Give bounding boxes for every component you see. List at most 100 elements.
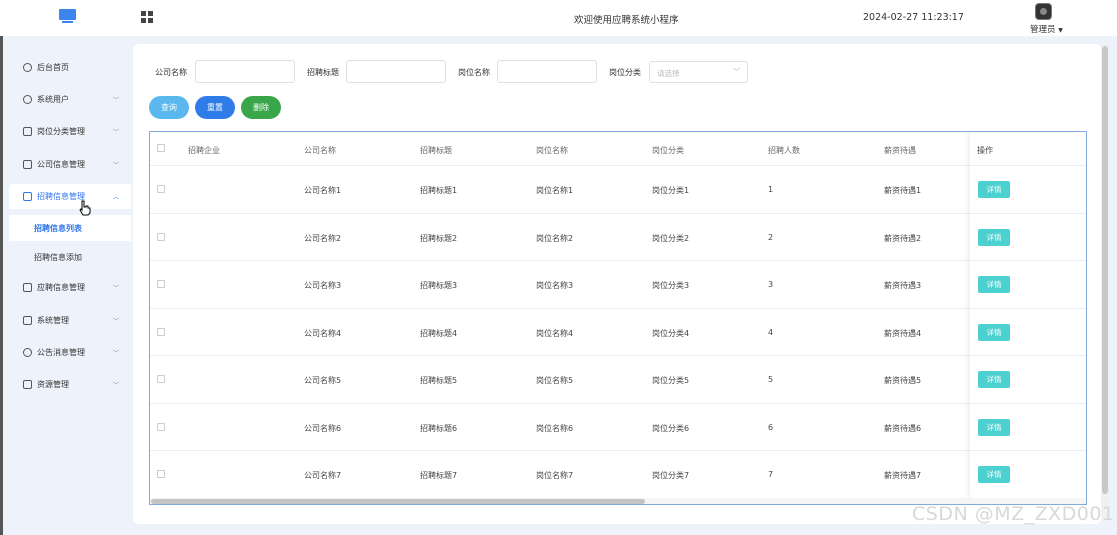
- table-cell: 公司名称4: [304, 328, 342, 338]
- table-cell: 6: [768, 422, 774, 432]
- position-name-input[interactable]: [497, 60, 597, 83]
- box-icon: [23, 380, 32, 389]
- detail-button[interactable]: 详情: [978, 323, 1010, 341]
- position-filter-label: 岗位名称: [458, 68, 490, 77]
- detail-button[interactable]: 详情: [978, 228, 1010, 246]
- watermark: CSDN @MZ_ZXD001: [912, 503, 1115, 525]
- sidebar-item-label: 资源管理: [37, 380, 69, 389]
- sidebar-item-label: 招聘信息管理: [37, 192, 85, 201]
- sidebar-item-label: 后台首页: [37, 63, 69, 72]
- user-name: 管理员: [1030, 25, 1056, 35]
- table-cell: 岗位分类4: [652, 328, 690, 338]
- row-separator: [970, 260, 1086, 261]
- row-separator: [970, 212, 1086, 214]
- chevron-down-icon: ﹀: [112, 382, 119, 389]
- table-row: 公司名称5 招聘标题5 岗位名称5 岗位分类5 5 薪资待遇5: [150, 356, 1086, 404]
- top-header: 欢迎使用应聘系统小程序 2024-02-27 11:23:17 管理员 ▼: [0, 0, 1117, 36]
- search-button[interactable]: 查询: [149, 96, 189, 119]
- table-row: 公司名称1 招聘标题1 岗位名称1 岗位分类1 1 薪资待遇1: [150, 166, 1086, 214]
- table-cell: 岗位分类7: [652, 471, 690, 480]
- sidebar-item-system[interactable]: 系统管理 ﹀: [9, 308, 131, 333]
- row-separator: [970, 307, 1086, 309]
- sidebar-item-dashboard[interactable]: 后台首页: [9, 55, 131, 80]
- row-checkbox[interactable]: [157, 422, 165, 431]
- sidebar-item-company[interactable]: 公司信息管理 ﹀: [9, 152, 131, 177]
- chevron-down-icon: ﹀: [733, 68, 740, 76]
- row-checkbox[interactable]: [157, 280, 165, 288]
- row-checkbox[interactable]: [157, 185, 165, 193]
- table-cell: 2: [768, 232, 774, 242]
- detail-button[interactable]: 详情: [978, 466, 1010, 483]
- table-cell: 薪资待遇5: [884, 376, 922, 385]
- table-row: 公司名称4 招聘标题4 岗位名称4 岗位分类4 4 薪资待遇4: [150, 309, 1086, 356]
- table-cell: 薪资待遇6: [884, 423, 922, 433]
- select-all-checkbox[interactable]: [157, 144, 165, 152]
- table-cell: 岗位名称2: [536, 233, 574, 243]
- actions-column: 操作 详情 详情 详情 详情 详情 详情 详情: [970, 132, 1086, 499]
- sidebar-item-label: 公司信息管理: [37, 160, 85, 169]
- detail-button[interactable]: 详情: [978, 418, 1010, 436]
- welcome-text: 欢迎使用应聘系统小程序: [574, 15, 679, 26]
- table-row: 公司名称2 招聘标题2 岗位名称2 岗位分类2 2 薪资待遇2: [150, 214, 1086, 261]
- table-cell: 薪资待遇1: [884, 186, 922, 195]
- row-checkbox[interactable]: [157, 470, 165, 478]
- row-separator: [970, 355, 1086, 356]
- table-cell: 公司名称7: [304, 471, 342, 480]
- sidebar-subitem-recruitment-list[interactable]: 招聘信息列表: [9, 215, 131, 241]
- table-cell: 岗位名称7: [536, 471, 574, 480]
- detail-button[interactable]: 详情: [978, 276, 1010, 293]
- folder-icon: [23, 160, 32, 169]
- row-checkbox[interactable]: [157, 232, 165, 241]
- sidebar-item-announcement[interactable]: 公告消息管理 ﹀: [9, 340, 131, 365]
- category-placeholder: 请选择: [657, 69, 680, 78]
- row-checkbox[interactable]: [157, 375, 165, 383]
- sidebar-item-resources[interactable]: 资源管理 ﹀: [9, 372, 131, 397]
- table-cell: 1: [768, 185, 774, 194]
- category-select[interactable]: 请选择 ﹀: [649, 61, 748, 83]
- chevron-down-icon: ﹀: [112, 285, 119, 292]
- table-cell: 薪资待遇7: [884, 471, 922, 480]
- table-cell: 岗位分类6: [652, 423, 690, 433]
- folder-icon: [23, 316, 32, 325]
- title-input[interactable]: [346, 60, 446, 83]
- user-menu[interactable]: 管理员 ▼: [1030, 23, 1063, 35]
- table-cell: 岗位名称4: [536, 328, 574, 338]
- sidebar-item-recruitment[interactable]: 招聘信息管理 ︿: [9, 184, 131, 209]
- reset-button[interactable]: 重置: [195, 96, 235, 119]
- user-icon: [23, 95, 32, 104]
- category-filter-label: 岗位分类: [609, 68, 641, 77]
- sidebar-item-label: 公告消息管理: [37, 348, 85, 357]
- col-header: 招聘标题: [420, 146, 452, 155]
- company-name-input[interactable]: [195, 60, 295, 83]
- data-table: 招聘企业 公司名称 招聘标题 岗位名称 岗位分类 招聘人数 薪资待遇 公司名称 1…: [149, 131, 1087, 505]
- folder-icon: [23, 283, 32, 292]
- sidebar-subitem-recruitment-add[interactable]: 招聘信息添加: [9, 244, 131, 270]
- table-cell: 3: [768, 280, 774, 289]
- table-cell: 薪资待遇2: [884, 233, 922, 243]
- chevron-down-icon: ﹀: [112, 318, 119, 325]
- col-header: 招聘企业: [188, 146, 220, 155]
- sidebar-item-users[interactable]: 系统用户 ﹀: [9, 87, 131, 112]
- company-filter-label: 公司名称: [155, 68, 187, 77]
- vertical-scrollbar[interactable]: [1101, 44, 1109, 522]
- table-cell: 岗位分类3: [652, 281, 690, 290]
- grid-menu-icon[interactable]: [141, 11, 153, 23]
- sidebar-item-position-category[interactable]: 岗位分类管理 ﹀: [9, 119, 131, 144]
- delete-button[interactable]: 删除: [241, 96, 281, 119]
- detail-button[interactable]: 详情: [978, 181, 1010, 198]
- col-header: 岗位名称: [536, 146, 568, 155]
- table-cell: 招聘标题4: [420, 328, 458, 338]
- detail-button[interactable]: 详情: [978, 371, 1010, 388]
- table-header-row: 招聘企业 公司名称 招聘标题 岗位名称 岗位分类 招聘人数 薪资待遇: [150, 132, 1086, 166]
- avatar[interactable]: [1035, 3, 1052, 20]
- monitor-logo-icon: [59, 9, 76, 24]
- col-header: 公司名称: [304, 146, 336, 155]
- chevron-down-icon: ﹀: [112, 97, 119, 104]
- megaphone-icon: [23, 348, 32, 357]
- row-separator: [970, 165, 1086, 166]
- table-cell: 岗位名称3: [536, 281, 574, 290]
- row-checkbox[interactable]: [157, 327, 165, 336]
- row-separator: [970, 402, 1086, 404]
- sidebar-item-application[interactable]: 应聘信息管理 ﹀: [9, 275, 131, 300]
- table-cell: 薪资待遇4: [884, 328, 922, 338]
